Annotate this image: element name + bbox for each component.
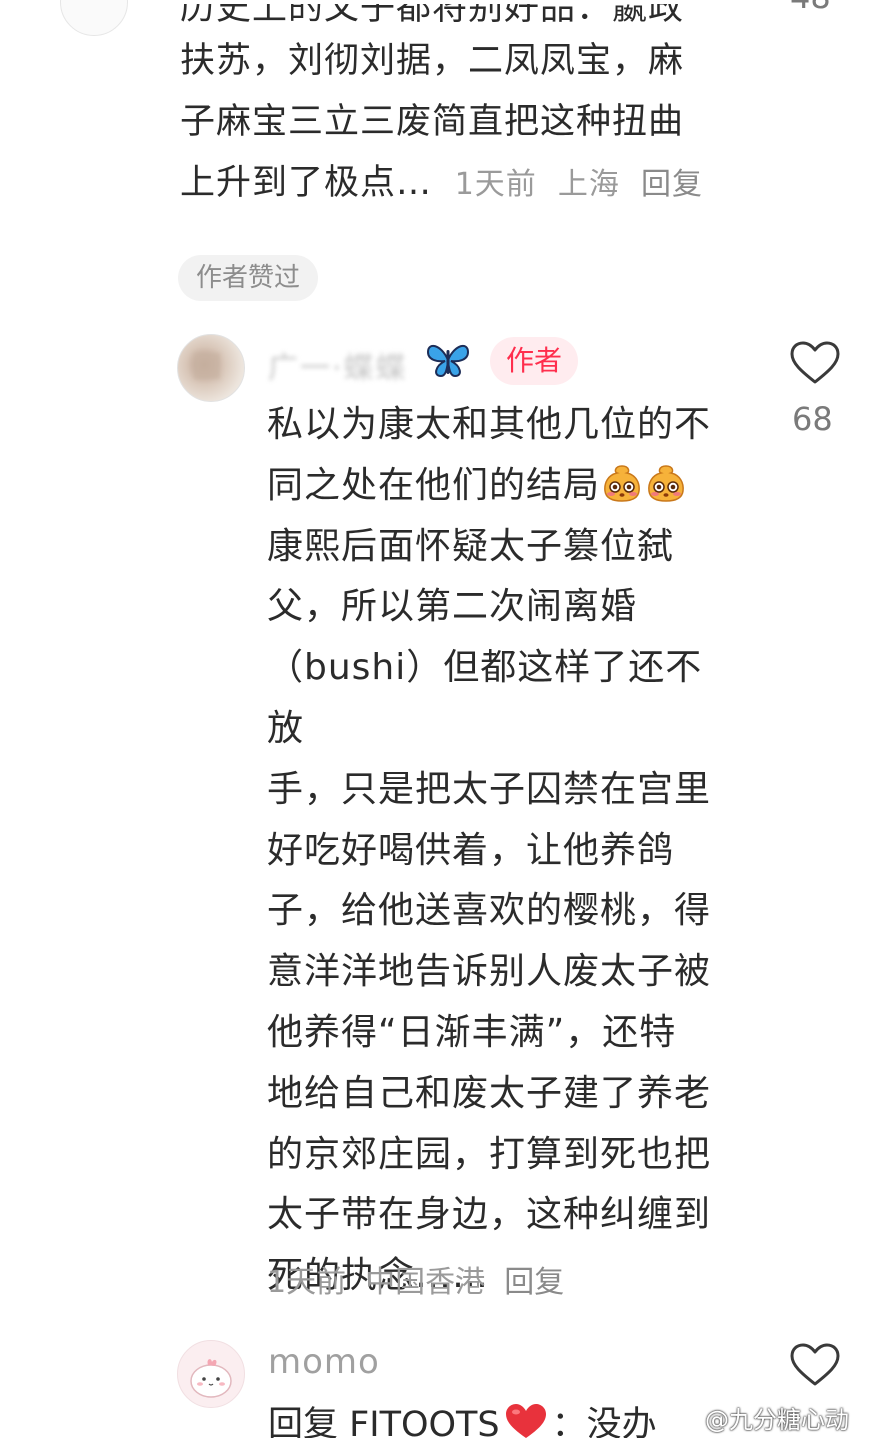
butterfly-icon — [426, 344, 470, 378]
momo-name[interactable]: momo — [268, 1342, 380, 1382]
comment-line: 子麻宝三立三废简直把这种扭曲 — [180, 102, 685, 142]
heart-outline-icon[interactable] — [789, 1342, 841, 1388]
reply-line: 私以为康太和其他几位的不 — [267, 404, 712, 445]
red-heart-emoji — [505, 1404, 546, 1438]
momo-avatar[interactable] — [177, 1340, 245, 1408]
top-comment-body: 历史上的父子都将别好品：嬴政 扶苏，刘彻刘据，二凤凤宝，麻 子麻宝三立三废简直把… — [180, 4, 740, 215]
reply-line: 好吃好喝供着，让他养鸽 — [267, 829, 675, 871]
author-reply-body: 私以为康太和其他几位的不 同之处在他们的结局 康熙后面怀疑太子篡位弑 父，所以第… — [267, 395, 737, 1307]
reply-line: 他养得“日渐丰满”，还特 — [267, 1011, 677, 1053]
reply-line: 康熙后面怀疑太子篡位弑 — [267, 525, 675, 567]
comment-line-with-meta: 上升到了极点… 1天前 上海 回复 — [180, 153, 740, 215]
commenter-avatar[interactable] — [60, 0, 128, 36]
comment-line: 扶苏，刘彻刘据，二凤凤宝，麻 — [180, 41, 685, 81]
watermark: @九分糖心动 — [705, 1406, 849, 1434]
reply-time: 1天前 — [267, 1265, 347, 1300]
flushed-bun-emoji — [648, 465, 684, 502]
momo-reply-body: 回复 FITOOTS ：没办 — [268, 1395, 698, 1438]
reply-line: 同之处在他们的结局 — [267, 464, 601, 506]
reply-line: 太子带在身边，这种纠缠到 — [267, 1194, 712, 1236]
author-liked-chip: 作者赞过 — [178, 255, 319, 301]
reply-line-with-emoji: 同之处在他们的结局 — [267, 456, 737, 517]
author-badge: 作者 — [490, 337, 578, 385]
reply-line: 意洋洋地告诉别人废太子被 — [267, 951, 712, 993]
comment-time: 1天前 — [454, 167, 537, 202]
reply-line: 地给自己和废太子建了养老 — [267, 1072, 712, 1114]
like-count: 68 — [792, 400, 833, 438]
comment-meta: 1天前 上海 回复 — [444, 167, 703, 202]
reply-text: ：没办 — [551, 1405, 657, 1438]
heart-outline-icon[interactable] — [789, 340, 841, 386]
reply-button[interactable]: 回复 — [504, 1265, 564, 1300]
author-reply-meta: 1天前 中国香港 回复 — [267, 1257, 564, 1301]
reply-line: （bushi）但都这样了还不放 — [267, 647, 703, 749]
reply-line: 子，给他送喜欢的樱桃，得 — [267, 890, 712, 932]
reply-button[interactable]: 回复 — [641, 167, 703, 202]
reply-location: 中国香港 — [365, 1265, 486, 1300]
flushed-bun-emoji — [604, 465, 640, 502]
reply-line: 父，所以第二次闹离婚 — [267, 586, 638, 628]
reply-line: 手，只是把太子囚禁在宫里 — [267, 768, 712, 810]
comment-location: 上海 — [557, 167, 620, 202]
reply-text: 回复 FITOOTS — [268, 1405, 500, 1438]
top-like-count: 48 — [790, 0, 838, 16]
reply-line: 的京郊庄园，打算到死也把 — [267, 1133, 712, 1175]
avatar-illustration — [190, 1359, 232, 1398]
author-avatar[interactable] — [177, 334, 245, 402]
comment-line: 上升到了极点… — [180, 163, 433, 203]
author-name[interactable]: 广一·蝶蝶 — [268, 343, 408, 387]
